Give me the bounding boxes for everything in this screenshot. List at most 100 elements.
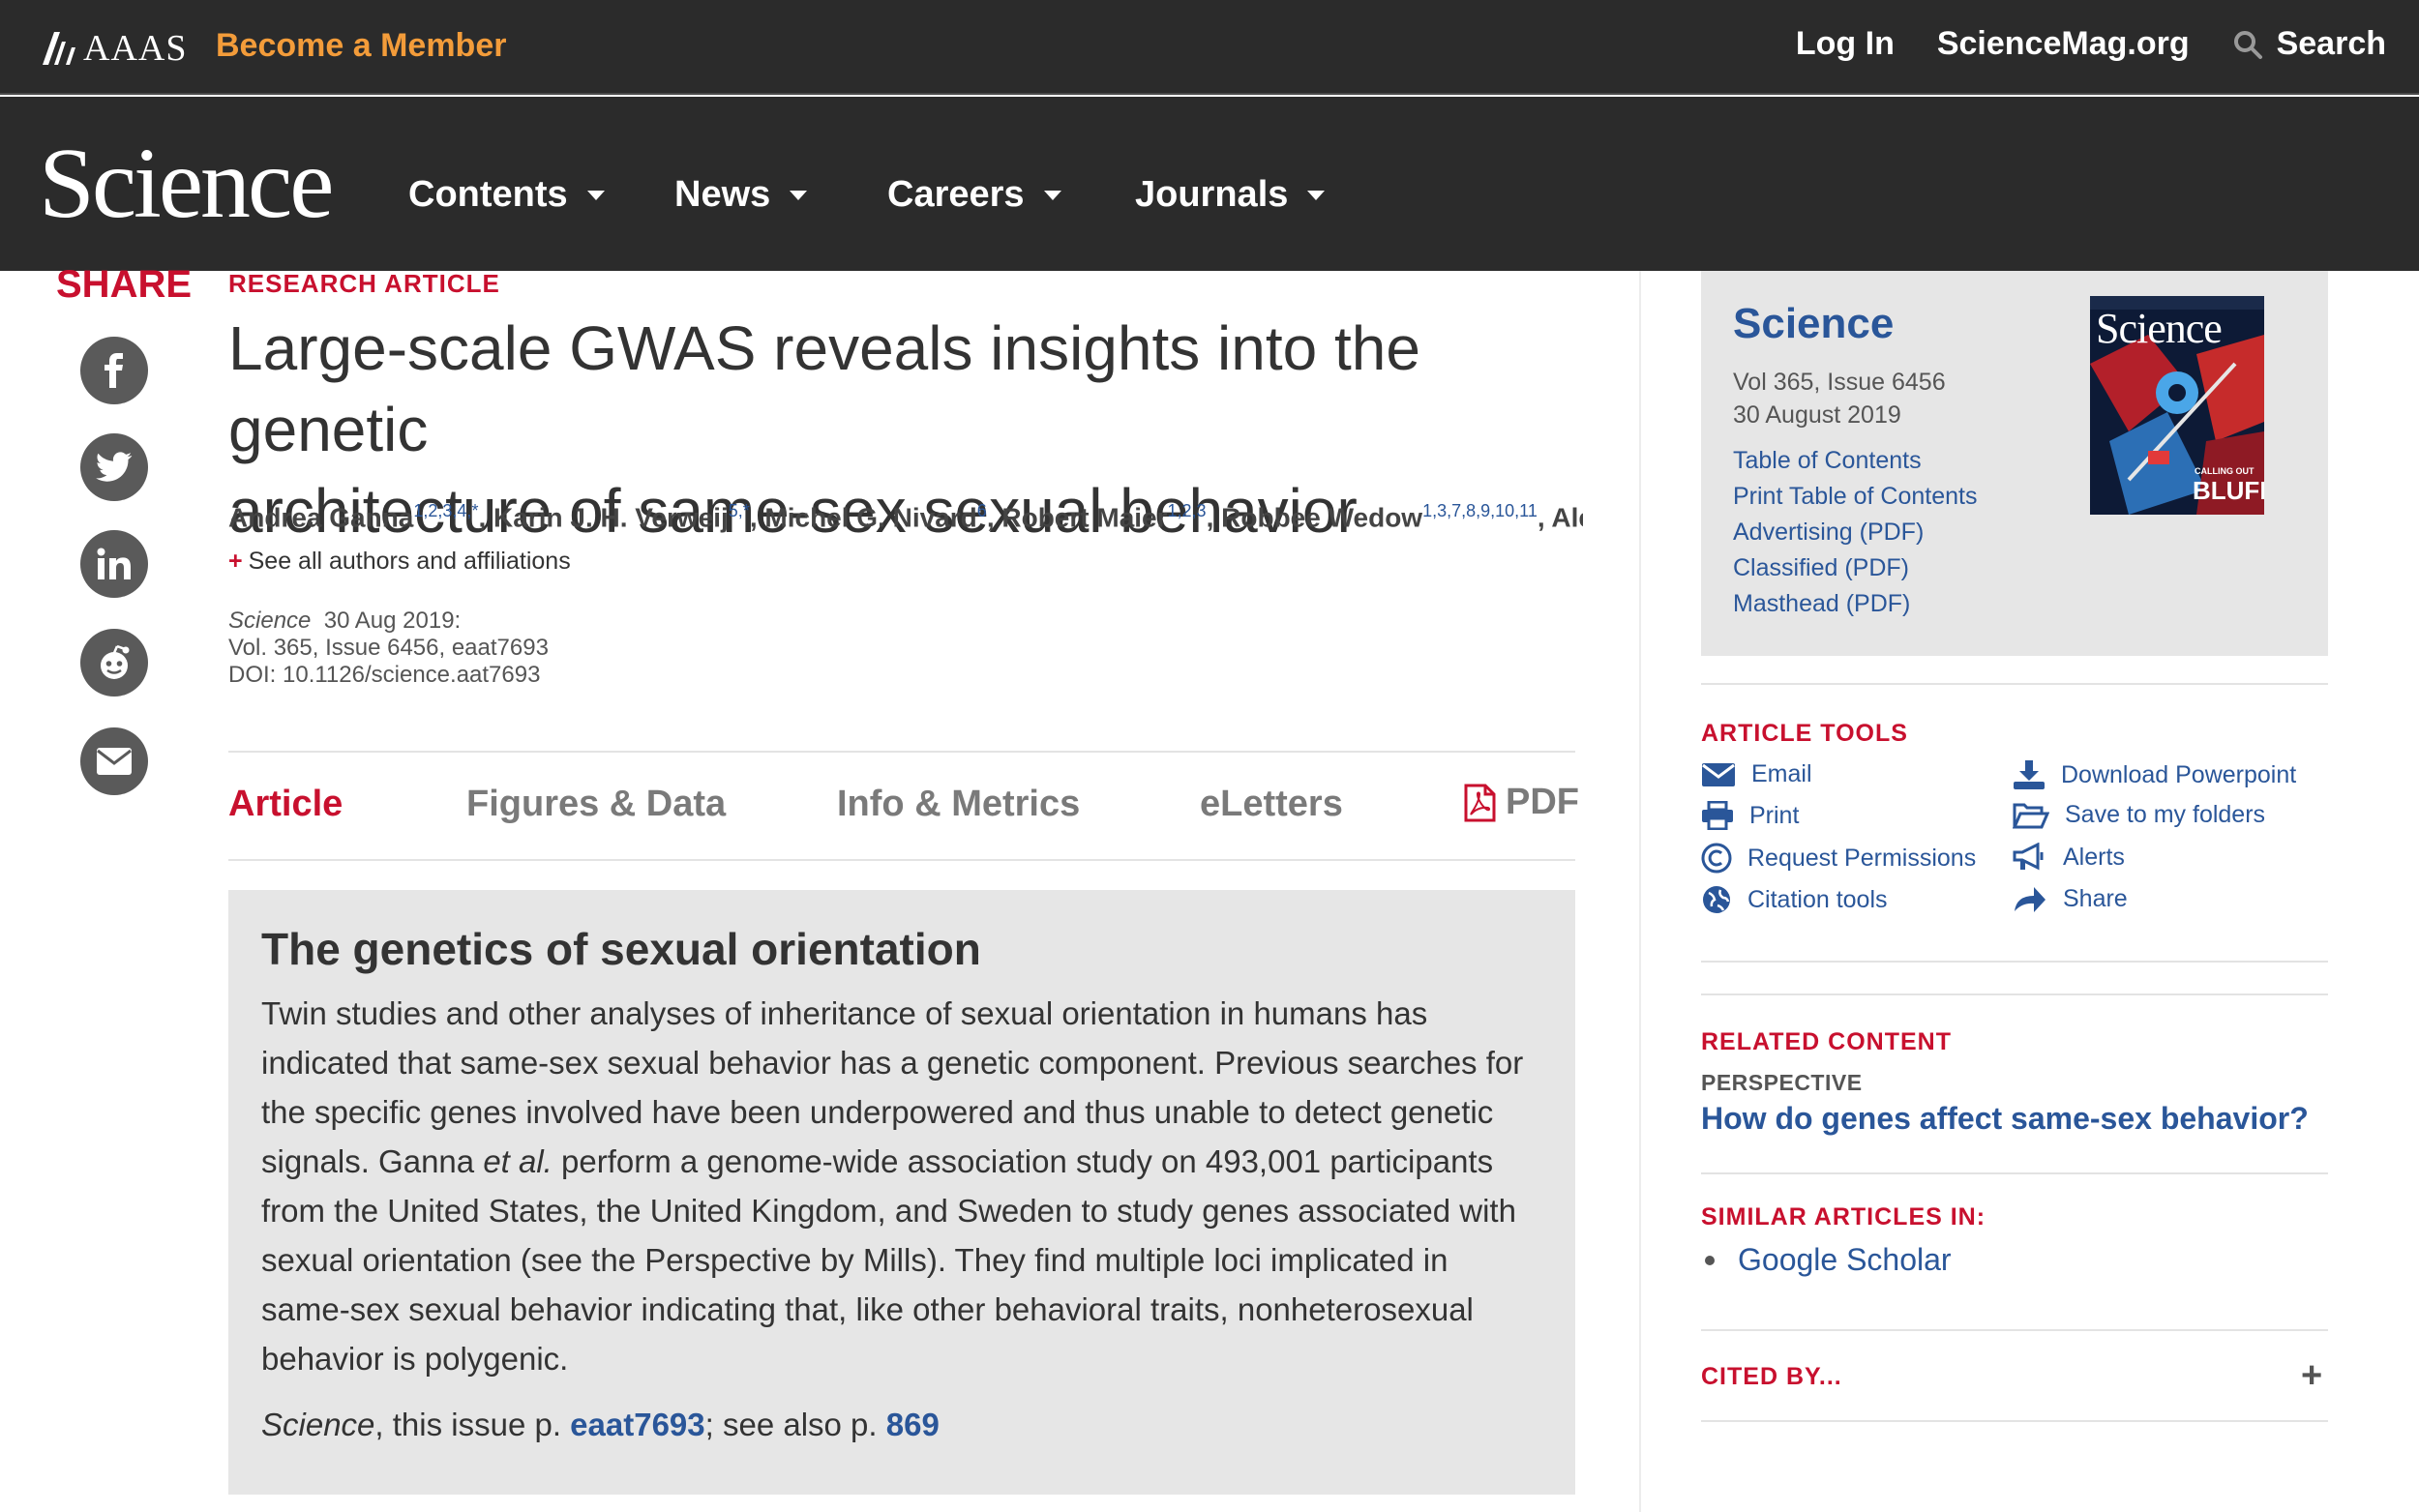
tool-print-label: Print xyxy=(1749,801,1800,829)
classified-pdf-link[interactable]: Classified (PDF) xyxy=(1733,550,1977,586)
summary-cite-link-eaat7693[interactable]: eaat7693 xyxy=(570,1407,704,1442)
tool-permissions-label: Request Permissions xyxy=(1747,844,1977,872)
tab-info-metrics[interactable]: Info & Metrics xyxy=(837,784,1080,825)
nav-news-label: News xyxy=(674,174,771,215)
share-reddit-button[interactable] xyxy=(80,629,148,697)
citation-journal: Science xyxy=(228,608,312,634)
tool-alerts[interactable]: Alerts xyxy=(2013,843,2125,872)
copyright-icon xyxy=(1701,843,1732,874)
table-of-contents-link[interactable]: Table of Contents xyxy=(1733,443,1977,479)
perspective-label: PERSPECTIVE xyxy=(1701,1070,1863,1095)
author-separator: , xyxy=(986,502,1002,533)
issue-cover-image[interactable]: Science CALLING OUT BLUFF xyxy=(2090,296,2264,515)
tab-article[interactable]: Article xyxy=(228,784,343,825)
sciencemag-link[interactable]: ScienceMag.org xyxy=(1937,25,2190,63)
megaphone-icon xyxy=(2013,843,2044,871)
tool-request-permissions[interactable]: Request Permissions xyxy=(1701,843,1976,874)
tab-eletters[interactable]: eLetters xyxy=(1200,784,1343,825)
become-member-link[interactable]: Become a Member xyxy=(216,27,506,65)
issue-links: Table of Contents Print Table of Content… xyxy=(1733,443,1977,622)
tool-print[interactable]: Print xyxy=(1701,801,1799,830)
search-icon xyxy=(2233,30,2262,59)
share-linkedin-button[interactable] xyxy=(80,530,148,598)
google-scholar-link[interactable]: Google Scholar xyxy=(1738,1242,1952,1278)
author-name[interactable]: Robbee Wedow xyxy=(1221,502,1422,532)
editor-summary: The genetics of sexual orientation Twin … xyxy=(228,890,1575,1495)
masthead-pdf-link[interactable]: Masthead (PDF) xyxy=(1733,586,1977,622)
aaas-wordmark: AAAS xyxy=(83,28,188,69)
summary-citation: Science, this issue p. eaat7693; see als… xyxy=(261,1407,1542,1443)
issue-journal-title[interactable]: Science xyxy=(1733,300,1894,348)
citation-volume: Vol. 365, Issue 6456, eaat7693 xyxy=(228,635,549,661)
chevron-down-icon xyxy=(790,190,808,200)
tool-share[interactable]: Share xyxy=(2013,884,2128,913)
sidebar-divider xyxy=(1701,1329,2328,1331)
summary-cite-text: , this issue p. xyxy=(374,1407,571,1442)
author-separator: , xyxy=(749,502,765,533)
globe-icon xyxy=(1703,886,1730,913)
print-toc-link[interactable]: Print Table of Contents xyxy=(1733,479,1977,515)
expand-icon[interactable]: + xyxy=(2301,1357,2322,1394)
google-scholar-item[interactable]: Google Scholar xyxy=(1705,1242,1952,1278)
author-affiliations[interactable]: 6 xyxy=(977,501,987,520)
cover-headline: BLUFF xyxy=(2193,476,2264,505)
pdf-icon xyxy=(1464,784,1496,821)
tool-download-powerpoint[interactable]: Download Powerpoint xyxy=(2013,760,2296,789)
sidebar-divider xyxy=(1701,683,2328,685)
author-affiliations[interactable]: 1,2,3,4,* xyxy=(413,501,478,520)
share-facebook-button[interactable] xyxy=(80,337,148,404)
author-separator: , xyxy=(478,502,494,533)
search-button[interactable]: Search xyxy=(2232,25,2386,63)
author-name[interactable]: Karin J. H. Verweij xyxy=(493,502,729,532)
author-separator: , xyxy=(1206,502,1222,533)
tabs-divider-top xyxy=(228,751,1575,753)
bullet-icon xyxy=(1705,1255,1715,1265)
top-links: Log In ScienceMag.org Search xyxy=(1796,25,2386,63)
envelope-icon xyxy=(1702,762,1735,786)
science-logo[interactable]: Science xyxy=(39,133,334,234)
perspective-link[interactable]: How do genes affect same-sex behavior? xyxy=(1701,1101,2309,1137)
article-citation: Science 30 Aug 2019: Vol. 365, Issue 645… xyxy=(228,608,549,689)
sidebar-divider xyxy=(1701,993,2328,995)
article-tools-title: ARTICLE TOOLS xyxy=(1701,720,1908,747)
nav-journals-label: Journals xyxy=(1135,174,1289,215)
nav-careers[interactable]: Careers xyxy=(887,174,1135,216)
chevron-down-icon xyxy=(586,190,605,200)
author-name[interactable]: Andrea Ganna xyxy=(228,502,413,532)
author-affiliations[interactable]: 1,3,7,8,9,10,11 xyxy=(1422,501,1538,520)
tool-email[interactable]: Email xyxy=(1701,760,1812,788)
aaas-mark-icon xyxy=(43,32,75,65)
tool-save-folders[interactable]: Save to my folders xyxy=(2013,801,2265,829)
summary-cite-link-869[interactable]: 869 xyxy=(886,1407,940,1442)
nav-careers-label: Careers xyxy=(887,174,1025,215)
tab-figures-data[interactable]: Figures & Data xyxy=(466,784,726,825)
tool-share-label: Share xyxy=(2063,884,2128,912)
author-name[interactable]: Robert Maier xyxy=(1001,502,1167,532)
tab-pdf-label: PDF xyxy=(1506,782,1579,822)
tab-pdf[interactable]: PDF xyxy=(1463,782,1579,823)
advertising-pdf-link[interactable]: Advertising (PDF) xyxy=(1733,515,1977,550)
author-name[interactable]: Michel G. Nivard xyxy=(764,502,976,532)
share-email-button[interactable] xyxy=(80,727,148,795)
issue-volume: Vol 365, Issue 6456 xyxy=(1733,369,1946,396)
nav-contents[interactable]: Contents xyxy=(408,174,674,216)
nav-journals[interactable]: Journals xyxy=(1135,174,1326,216)
nav-contents-label: Contents xyxy=(408,174,568,215)
author-affiliations[interactable]: 5,* xyxy=(729,501,750,520)
login-link[interactable]: Log In xyxy=(1796,25,1895,63)
author-name[interactable]: Alexa… xyxy=(1551,502,1583,532)
nav-news[interactable]: News xyxy=(674,174,887,216)
tool-email-label: Email xyxy=(1751,760,1812,787)
cited-by-title[interactable]: CITED BY... xyxy=(1701,1363,1842,1391)
share-arrow-icon xyxy=(2015,887,2046,912)
tool-citation[interactable]: Citation tools xyxy=(1701,884,1888,915)
citation-date: 30 Aug 2019: xyxy=(323,608,462,634)
see-all-authors-label: See all authors and affiliations xyxy=(248,548,571,575)
summary-et-al: et al. xyxy=(483,1143,552,1179)
aaas-logo[interactable]: AAAS xyxy=(41,27,187,70)
citation-doi[interactable]: DOI: 10.1126/science.aat7693 xyxy=(228,662,549,689)
share-twitter-button[interactable] xyxy=(80,433,148,501)
see-all-authors-link[interactable]: + See all authors and affiliations xyxy=(228,548,571,576)
summary-body: Twin studies and other analyses of inher… xyxy=(261,989,1542,1383)
author-affiliations[interactable]: 1,2,3 xyxy=(1168,501,1207,520)
